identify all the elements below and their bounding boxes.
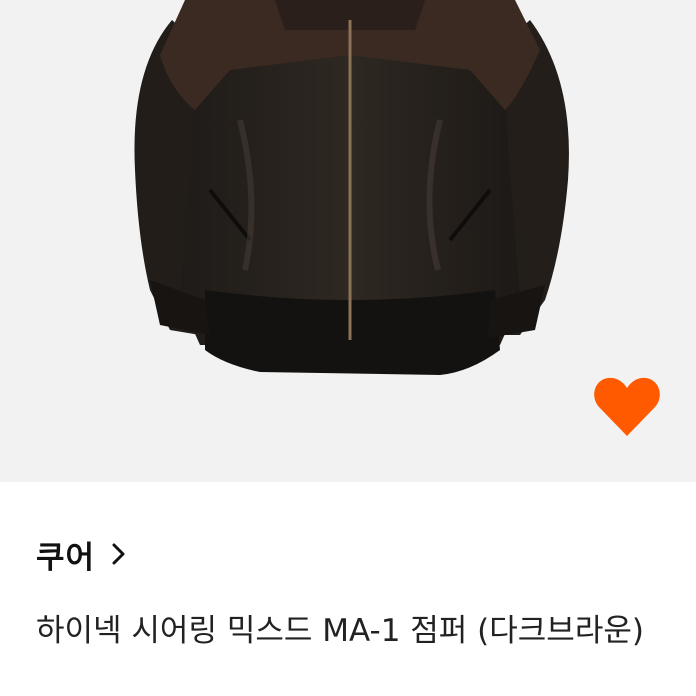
product-info: 쿠어 하이넥 시어링 믹스드 MA-1 점퍼 (다크브라운) bbox=[0, 482, 696, 696]
heart-icon bbox=[594, 377, 660, 436]
product-title: 하이넥 시어링 믹스드 MA-1 점퍼 (다크브라운) bbox=[36, 613, 644, 649]
product-image[interactable] bbox=[0, 0, 696, 482]
like-button[interactable] bbox=[592, 374, 662, 438]
chevron-right-icon bbox=[112, 543, 125, 565]
brand-link[interactable]: 쿠어 bbox=[36, 534, 129, 576]
brand-name: 쿠어 bbox=[36, 539, 96, 576]
